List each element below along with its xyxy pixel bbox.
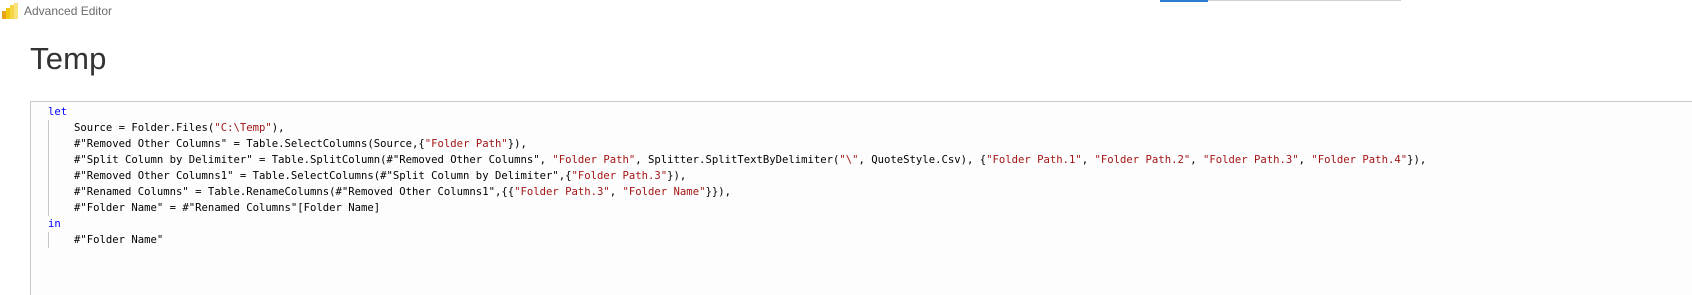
indent-guide — [48, 232, 49, 248]
code-string: "Folder Name" — [622, 186, 706, 198]
code-string: "Folder Path.1" — [986, 154, 1082, 166]
code-string: "Folder Path" — [424, 138, 508, 150]
title-bar: Advanced Editor — [0, 0, 1692, 24]
code-string: "Folder Path" — [552, 154, 636, 166]
indent-guide — [48, 184, 49, 200]
indent-guide — [48, 136, 49, 152]
code-text: #"Removed Other Columns1" = Table.Select… — [74, 170, 572, 182]
code-line[interactable]: #"Split Column by Delimiter" = Table.Spl… — [31, 152, 1692, 168]
indent-guide — [48, 152, 49, 168]
code-text: ), — [271, 122, 285, 134]
code-text: #"Folder Name" — [74, 234, 164, 246]
indent-guide — [48, 168, 49, 184]
code-keyword: let — [48, 106, 68, 118]
code-content[interactable]: let Source = Folder.Files("C:\Temp"), #"Re… — [31, 102, 1692, 295]
code-string: "Folder Path.3" — [1202, 154, 1299, 166]
code-line[interactable]: #"Renamed Columns" = Table.RenameColumns… — [31, 184, 1692, 200]
code-text: }), — [667, 170, 687, 182]
code-keyword: in — [48, 218, 61, 230]
code-line[interactable]: Source = Folder.Files("C:\Temp"), — [31, 120, 1692, 136]
code-text: }}), — [705, 186, 731, 198]
code-text: #"Renamed Columns" = Table.RenameColumns… — [74, 186, 515, 198]
tab-divider — [1208, 0, 1401, 1]
code-string: "Folder Path.4" — [1311, 154, 1408, 166]
code-line[interactable]: #"Folder Name" = #"Renamed Columns"[Fold… — [31, 200, 1692, 216]
query-name-title: Temp — [30, 41, 107, 76]
code-line[interactable]: #"Removed Other Columns1" = Table.Select… — [31, 168, 1692, 184]
code-line[interactable]: let — [31, 104, 1692, 120]
active-tab-indicator — [1160, 0, 1208, 2]
code-string: "C:\Temp" — [214, 122, 272, 134]
code-string: "Folder Path.3" — [571, 170, 668, 182]
code-string: "Folder Path.3" — [514, 186, 610, 198]
code-text: , — [1081, 154, 1095, 166]
code-line[interactable]: #"Removed Other Columns" = Table.SelectC… — [31, 136, 1692, 152]
code-text: Source = Folder.Files( — [74, 122, 215, 134]
code-string: "\" — [839, 154, 859, 166]
code-text: , QuoteStyle.Csv), { — [858, 154, 987, 166]
indent-guide — [48, 200, 49, 216]
window-title: Advanced Editor — [24, 4, 113, 18]
code-text: , — [1298, 154, 1312, 166]
code-text: #"Split Column by Delimiter" = Table.Spl… — [74, 154, 553, 166]
code-text: , — [609, 186, 623, 198]
code-string: "Folder Path.2" — [1094, 154, 1191, 166]
code-editor[interactable]: let Source = Folder.Files("C:\Temp"), #"Re… — [30, 101, 1692, 295]
indent-guide — [48, 120, 49, 136]
code-text: , Splitter.SplitTextByDelimiter( — [635, 154, 840, 166]
code-text: }), — [507, 138, 527, 150]
code-text: #"Removed Other Columns" = Table.SelectC… — [74, 138, 425, 150]
code-text: , — [1190, 154, 1203, 166]
code-line[interactable]: #"Folder Name" — [31, 232, 1692, 248]
code-line[interactable]: in — [31, 216, 1692, 232]
code-text: #"Folder Name" = #"Renamed Columns"[Fold… — [74, 202, 381, 214]
power-bi-icon — [2, 3, 18, 19]
code-text: }), — [1407, 154, 1427, 166]
